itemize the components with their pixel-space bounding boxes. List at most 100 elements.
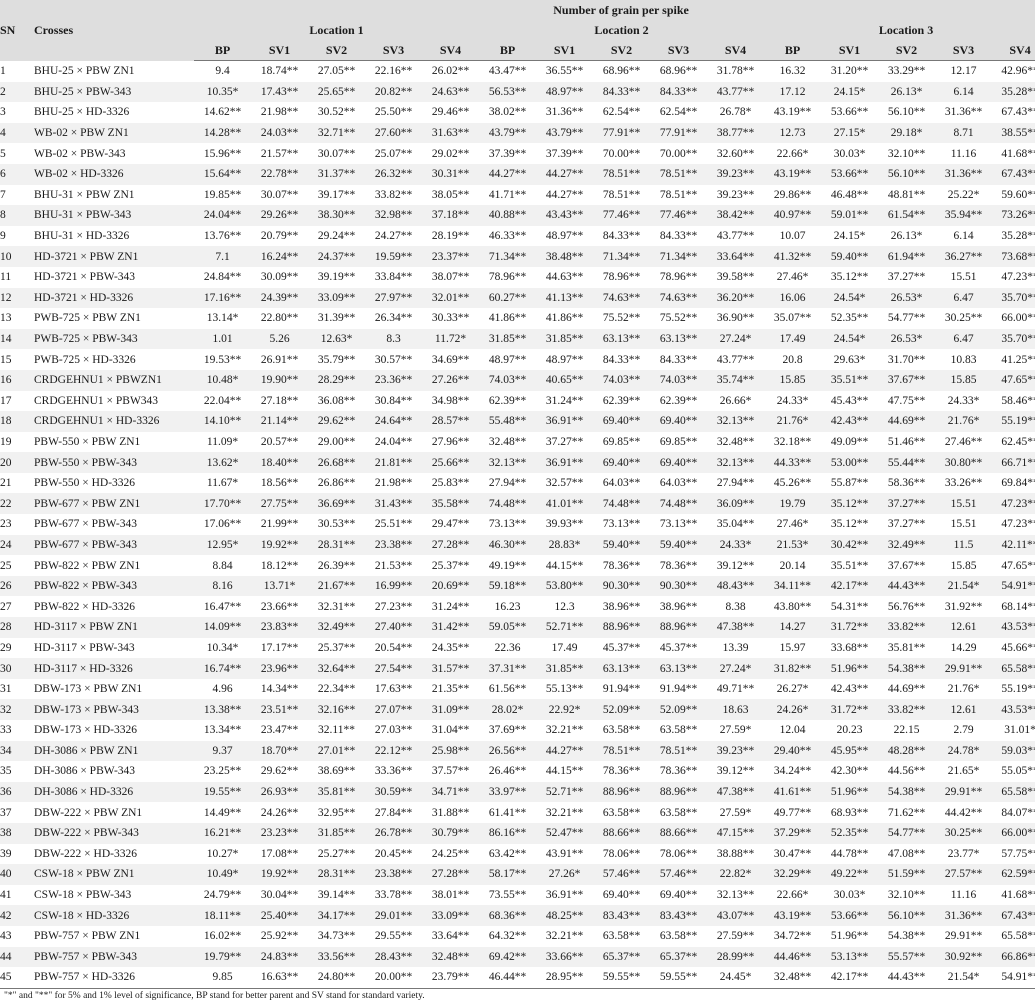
row-value: 25.66**	[422, 452, 479, 473]
row-sn: 27	[0, 596, 34, 618]
grain-per-spike-table: SN Crosses Number of grain per spike Loc…	[0, 0, 1035, 989]
row-value: 32.11**	[308, 720, 365, 741]
row-value: 60.27**	[479, 287, 536, 309]
row-value: 68.36**	[479, 905, 536, 926]
row-value: 11.09*	[194, 431, 251, 453]
row-value: 16.99**	[365, 575, 422, 597]
row-value: 65.37**	[593, 946, 650, 968]
row-value: 86.16**	[479, 822, 536, 844]
row-value: 36.55**	[536, 60, 593, 82]
table-row: 14 PWB-725 × PBW-343 1.01 5.26 12.63* 8.3 11.7…	[0, 328, 1035, 350]
row-value: 69.42**	[479, 946, 536, 968]
row-value: 28.31**	[308, 864, 365, 885]
row-value: 2.79	[935, 720, 992, 741]
row-value: 71.34**	[650, 246, 707, 267]
row-sn: 2	[0, 81, 34, 103]
row-value: 33.09**	[308, 287, 365, 309]
row-value: 24.78*	[935, 740, 992, 762]
row-value: 39.19**	[308, 266, 365, 288]
row-value: 17.16**	[194, 287, 251, 309]
row-value: 44.46**	[764, 946, 821, 968]
row-value: 44.15**	[536, 555, 593, 576]
row-value: 91.94**	[593, 678, 650, 700]
row-sn: 39	[0, 843, 34, 865]
row-value: 24.04**	[194, 205, 251, 226]
row-value: 27.54**	[365, 658, 422, 679]
row-value: 48.97**	[536, 81, 593, 103]
row-value: 37.27**	[878, 266, 935, 288]
row-value: 48.25**	[536, 905, 593, 926]
row-value: 44.63**	[536, 266, 593, 288]
row-value: 27.84**	[365, 802, 422, 823]
row-value: 29.86**	[764, 184, 821, 206]
row-value: 32.10**	[878, 143, 935, 164]
row-value: 35.79**	[308, 349, 365, 370]
row-sn: 40	[0, 864, 34, 885]
row-value: 33.82**	[878, 699, 935, 720]
row-value: 32.13**	[707, 884, 764, 906]
row-value: 43.07**	[707, 905, 764, 926]
row-value: 32.57**	[536, 472, 593, 494]
row-cross: PBW-677 × PBW-343	[34, 534, 194, 556]
row-cross: CSW-18 × PBW-343	[34, 884, 194, 906]
row-value: 33.64**	[422, 925, 479, 947]
row-value: 62.54**	[593, 102, 650, 123]
row-value: 30.80**	[935, 452, 992, 473]
row-sn: 13	[0, 308, 34, 329]
row-value: 71.34**	[593, 246, 650, 267]
row-value: 34.17**	[308, 905, 365, 926]
row-value: 33.82**	[878, 617, 935, 638]
row-value: 58.36**	[878, 472, 935, 494]
row-value: 78.36**	[650, 761, 707, 782]
row-value: 16.47**	[194, 596, 251, 618]
row-value: 28.99**	[707, 946, 764, 968]
row-value: 27.24*	[707, 658, 764, 679]
row-sn: 18	[0, 411, 34, 432]
row-value: 88.66**	[593, 822, 650, 844]
row-value: 31.63**	[422, 122, 479, 144]
row-value: 21.98**	[251, 102, 308, 123]
row-cross: PBW-822 × PBW-343	[34, 575, 194, 597]
row-value: 36.27**	[935, 246, 992, 267]
row-value: 35.12**	[821, 493, 878, 515]
row-value: 27.96**	[422, 431, 479, 453]
row-value: 83.43**	[593, 905, 650, 926]
row-value: 43.79**	[479, 122, 536, 144]
row-sn: 10	[0, 246, 34, 267]
row-value: 78.36**	[593, 555, 650, 576]
row-value: 84.33**	[593, 81, 650, 103]
row-value: 36.09**	[707, 493, 764, 515]
row-value: 54.91**	[992, 967, 1035, 989]
row-value: 44.27**	[536, 740, 593, 762]
table-row: 29 HD-3117 × PBW-343 10.34* 17.17** 25.37** 2…	[0, 637, 1035, 659]
row-sn: 32	[0, 699, 34, 720]
row-value: 52.09**	[650, 699, 707, 720]
row-value: 22.66*	[764, 143, 821, 164]
row-value: 20.45**	[365, 843, 422, 865]
column-header-sv3-loc2: SV3	[650, 40, 707, 61]
row-value: 78.51**	[650, 163, 707, 185]
table-figure: SN Crosses Number of grain per spike Loc…	[0, 0, 1035, 1007]
row-value: 31.04**	[422, 720, 479, 741]
row-sn: 41	[0, 884, 34, 906]
row-value: 26.53*	[878, 287, 935, 309]
row-sn: 5	[0, 143, 34, 164]
row-value: 55.57**	[878, 946, 935, 968]
row-cross: BHU-25 × HD-3326	[34, 102, 194, 123]
row-value: 12.63*	[308, 328, 365, 350]
row-value: 32.64**	[308, 658, 365, 679]
row-value: 19.85**	[194, 184, 251, 206]
row-value: 25.27**	[308, 843, 365, 865]
row-value: 38.30**	[308, 205, 365, 226]
row-value: 31.70**	[878, 349, 935, 370]
row-value: 29.55**	[365, 925, 422, 947]
row-value: 32.01**	[422, 287, 479, 309]
row-value: 30.25**	[935, 822, 992, 844]
row-value: 20.14	[764, 555, 821, 576]
row-value: 56.10**	[878, 905, 935, 926]
row-value: 31.92**	[935, 596, 992, 618]
table-row: 41 CSW-18 × PBW-343 24.79** 30.04** 39.14** 3…	[0, 884, 1035, 906]
row-value: 22.16**	[365, 60, 422, 82]
row-value: 74.03**	[593, 369, 650, 391]
row-value: 29.62**	[251, 761, 308, 782]
